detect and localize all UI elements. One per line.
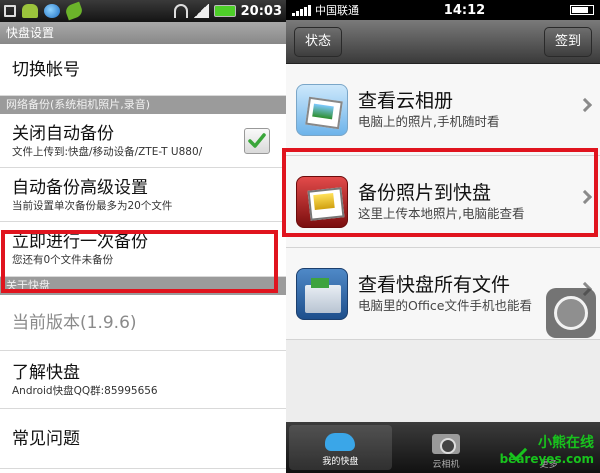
about-title: 了解快盘 [12,362,80,383]
cloud-icon [325,433,356,451]
ios-kuaipan-screen: 中国联通 14:12 状态 签到 查看云相册 电脑上的照片,手机随时看 备份照片… [286,0,600,473]
battery-icon [213,5,236,17]
cloud-album-title: 查看云相册 [358,89,454,112]
tab-my-kuaipan[interactable]: 我的快盘 [289,425,392,470]
check-icon [248,133,266,148]
leaf-icon [64,1,84,21]
section-about: 关于快盘 [0,277,286,295]
switch-account-item[interactable]: 切换帐号 [0,44,286,96]
globe-icon [44,4,60,18]
ios-battery-icon [570,5,594,15]
list-item-cloud-album[interactable]: 查看云相册 电脑上的照片,手机随时看 [286,64,600,156]
folder-files-icon [296,267,348,320]
chevron-right-icon [577,97,593,113]
assistive-touch-icon [554,296,588,330]
tab-cloud-camera[interactable]: 云相机 [395,422,498,473]
about-subtitle: Android快盘QQ群:85995656 [12,384,158,397]
backup-now-item[interactable]: 立即进行一次备份 您还有0个文件未备份 [0,222,286,277]
signal-icon [192,4,209,18]
list-item-backup-photos[interactable]: 备份照片到快盘 这里上传本地照片,电脑能查看 [286,156,600,248]
carrier-label: 中国联通 [315,4,359,17]
signal-bars-icon [292,4,311,16]
android-robot-icon [22,4,38,18]
advanced-backup-subtitle: 当前设置单次备份最多为20个文件 [12,199,173,212]
faq-item[interactable]: 常见问题 [0,409,286,469]
settings-title: 快盘设置 [0,22,286,44]
all-files-title: 查看快盘所有文件 [358,273,511,296]
auto-backup-item[interactable]: 关闭自动备份 文件上传到:快盘/移动设备/ZTE-T U880/ [0,114,286,168]
android-status-bar: 20:03 [0,0,286,22]
version-title: 当前版本(1.9.6) [12,312,137,333]
backup-photos-title: 备份照片到快盘 [358,181,492,204]
auto-backup-title: 关闭自动备份 [12,123,114,144]
status-button[interactable]: 状态 [294,26,343,57]
ios-status-time: 14:12 [443,2,486,18]
watermark-cn: 小熊在线 [538,435,594,451]
cloud-album-icon [296,83,348,136]
advanced-backup-title: 自动备份高级设置 [12,177,148,198]
backup-now-title: 立即进行一次备份 [12,232,148,252]
auto-backup-checkbox[interactable] [244,128,270,154]
android-settings-screen: 20:03 快盘设置 切换帐号 网络备份(系统相机照片,录音) 关闭自动备份 文… [0,0,286,473]
auto-backup-subtitle: 文件上传到:快盘/移动设备/ZTE-T U880/ [12,145,203,158]
version-item: 当前版本(1.9.6) [0,295,286,351]
about-item[interactable]: 了解快盘 Android快盘QQ群:85995656 [0,351,286,409]
section-network-backup: 网络备份(系统相机照片,录音) [0,96,286,114]
usb-icon [4,5,16,17]
faq-title: 常见问题 [12,428,80,449]
switch-account-label: 切换帐号 [12,59,80,80]
backup-now-subtitle: 您还有0个文件未备份 [12,254,114,266]
checkin-button[interactable]: 签到 [543,26,592,57]
all-files-subtitle: 电脑里的Office文件手机也能看 [358,297,532,313]
camera-icon [432,434,460,454]
assistive-touch-button[interactable] [546,288,596,338]
tab-my-kuaipan-label: 我的快盘 [322,457,359,467]
tab-cloud-camera-label: 云相机 [432,460,460,470]
photo-backup-icon [296,175,348,228]
watermark-en: beareyes.com [499,452,594,466]
wifi-icon [173,4,188,18]
backup-photos-subtitle: 这里上传本地照片,电脑能查看 [358,205,525,221]
advanced-backup-item[interactable]: 自动备份高级设置 当前设置单次备份最多为20个文件 [0,168,286,222]
ios-status-bar: 中国联通 14:12 [286,0,600,20]
watermark: 小熊在线 beareyes.com [500,435,594,467]
ios-nav-bar: 状态 签到 [286,20,600,64]
status-time: 20:03 [240,3,282,19]
chevron-right-icon [577,189,593,205]
cloud-album-subtitle: 电脑上的照片,手机随时看 [358,113,500,129]
